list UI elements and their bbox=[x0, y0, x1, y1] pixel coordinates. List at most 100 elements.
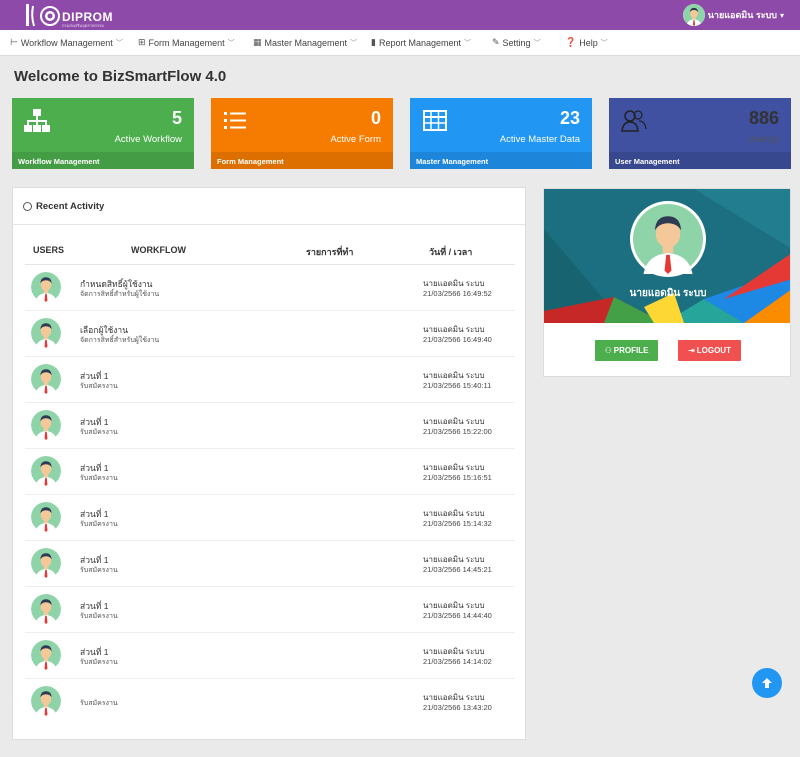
card-footer[interactable]: Master Management bbox=[410, 152, 592, 169]
chevron-down-icon: ▾ bbox=[779, 10, 784, 20]
avatar bbox=[31, 456, 61, 486]
sign-out-icon: ⇥ bbox=[688, 346, 695, 355]
chevron-down-icon: ﹀ bbox=[115, 39, 123, 47]
user-menu[interactable]: นายแอดมิน ระบบ ▾ bbox=[682, 4, 784, 26]
timestamp: 21/03/2566 14:44:40 bbox=[423, 611, 492, 620]
chevron-down-icon: ﹀ bbox=[600, 39, 608, 47]
workflow-subtitle: รับสมัครงาน bbox=[80, 475, 118, 482]
user-icon: ⚇ bbox=[604, 346, 612, 355]
workflow-subtitle: รับสมัครงาน bbox=[80, 700, 118, 707]
timestamp: 21/03/2566 16:49:40 bbox=[423, 335, 492, 344]
table-row[interactable]: ส่วนที่ 1 รับสมัครงาน นายแอดมิน ระบบ 21/… bbox=[25, 357, 515, 403]
list-icon bbox=[224, 112, 246, 129]
wrench-icon: ✎ bbox=[492, 37, 500, 47]
workflow-subtitle: รับสมัครงาน bbox=[80, 383, 118, 390]
top-bar: DIPROM กรมส่งเสริมอุตสาหกรรม นายแอดมิน ร… bbox=[0, 0, 800, 30]
nav-workflow-management[interactable]: ⊢ Workflow Management ﹀ bbox=[10, 37, 123, 48]
workflow-subtitle: รับสมัครงาน bbox=[80, 659, 118, 666]
card-value: 23 bbox=[559, 108, 580, 128]
button-label: LOGOUT bbox=[696, 346, 731, 355]
avatar bbox=[31, 594, 61, 624]
card-label: User(s) bbox=[747, 134, 779, 145]
nav-label: Master Management bbox=[264, 37, 348, 48]
profile-avatar bbox=[630, 201, 706, 277]
master-card[interactable]: 23 Active Master Data Master Management bbox=[410, 98, 592, 169]
nav-label: Help bbox=[579, 37, 598, 48]
chevron-down-icon: ﹀ bbox=[227, 39, 235, 47]
recent-activity-panel: Recent Activity USERS WORKFLOW รายการที่… bbox=[12, 187, 526, 740]
timestamp: 21/03/2566 15:22:00 bbox=[423, 427, 492, 436]
col-workflow: WORKFLOW bbox=[131, 245, 186, 255]
card-value: 0 bbox=[370, 108, 381, 128]
sitemap-icon bbox=[24, 109, 50, 132]
nav-master-management[interactable]: ▦ Master Management ﹀ bbox=[253, 37, 357, 48]
workflow-subtitle: รับสมัครงาน bbox=[80, 567, 118, 574]
brand-tagline: กรมส่งเสริมอุตสาหกรรม bbox=[62, 23, 104, 28]
col-item: รายการที่ทำ bbox=[306, 247, 354, 257]
timestamp: 21/03/2566 14:14:02 bbox=[423, 657, 492, 666]
panel-header: Recent Activity bbox=[13, 188, 525, 225]
table-row[interactable]: รับสมัครงาน นายแอดมิน ระบบ 21/03/2566 13… bbox=[25, 679, 515, 725]
timestamp: 21/03/2566 15:40:11 bbox=[423, 381, 492, 390]
panel-title: Recent Activity bbox=[36, 200, 105, 212]
card-footer[interactable]: User Management bbox=[609, 152, 791, 169]
tree-icon: ⊢ bbox=[10, 37, 18, 47]
chevron-down-icon: ﹀ bbox=[464, 39, 471, 47]
nav-report-management[interactable]: ▮ Report Management ﹀ bbox=[371, 37, 471, 48]
table-row[interactable]: ส่วนที่ 1 รับสมัครงาน นายแอดมิน ระบบ 21/… bbox=[25, 587, 515, 633]
logout-button[interactable]: ⇥ LOGOUT bbox=[678, 340, 741, 361]
table-row[interactable]: ส่วนที่ 1 รับสมัครงาน นายแอดมิน ระบบ 21/… bbox=[25, 403, 515, 449]
workflow-subtitle: รับสมัครงาน bbox=[80, 613, 118, 620]
scroll-to-top-button[interactable] bbox=[752, 668, 782, 698]
table-row[interactable]: เลือกผู้ใช้งาน จัดการสิทธิ์สำหรับผู้ใช้ง… bbox=[25, 311, 515, 357]
workflow-card[interactable]: 5 Active Workflow Workflow Management bbox=[12, 98, 194, 169]
avatar bbox=[31, 686, 61, 716]
workflow-subtitle: จัดการสิทธิ์สำหรับผู้ใช้งาน bbox=[80, 291, 160, 298]
table-row[interactable]: ส่วนที่ 1 รับสมัครงาน นายแอดมิน ระบบ 21/… bbox=[25, 541, 515, 587]
nav-setting[interactable]: ✎ Setting ﹀ bbox=[492, 37, 541, 48]
card-label: Active Master Data bbox=[499, 134, 580, 145]
workflow-subtitle: รับสมัครงาน bbox=[80, 429, 118, 436]
timestamp: 21/03/2566 15:16:51 bbox=[423, 473, 492, 482]
button-label: PROFILE bbox=[613, 346, 649, 355]
nav-label: Form Management bbox=[148, 37, 225, 48]
nav-label: Workflow Management bbox=[20, 37, 113, 48]
table-icon: ▦ bbox=[253, 37, 262, 47]
question-icon: ❓ bbox=[565, 37, 577, 47]
avatar bbox=[682, 4, 705, 26]
profile-name: นายแอดมิน ระบบ bbox=[629, 288, 707, 299]
table-row[interactable]: ส่วนที่ 1 รับสมัครงาน นายแอดมิน ระบบ 21/… bbox=[25, 633, 515, 679]
page-title: Welcome to BizSmartFlow 4.0 bbox=[14, 68, 227, 85]
nav-form-management[interactable]: ⊞ Form Management ﹀ bbox=[138, 37, 235, 48]
table-row[interactable]: ส่วนที่ 1 รับสมัครงาน นายแอดมิน ระบบ 21/… bbox=[25, 495, 515, 541]
card-value: 5 bbox=[171, 108, 182, 128]
users-icon bbox=[621, 110, 647, 132]
nav-label: Report Management bbox=[378, 37, 461, 48]
avatar bbox=[31, 318, 61, 348]
chart-icon: ▮ bbox=[371, 37, 376, 47]
table-icon bbox=[423, 110, 447, 131]
arrow-up-icon bbox=[762, 678, 772, 688]
form-card[interactable]: 0 Active Form Form Management bbox=[211, 98, 393, 169]
user-card[interactable]: 886 User(s) User Management bbox=[609, 98, 791, 169]
avatar bbox=[31, 272, 61, 302]
card-value: 886 bbox=[748, 108, 779, 128]
avatar bbox=[31, 502, 61, 532]
card-label: Active Workflow bbox=[114, 134, 182, 145]
avatar bbox=[31, 640, 61, 670]
workflow-subtitle: รับสมัครงาน bbox=[80, 521, 118, 528]
profile-button[interactable]: ⚇ PROFILE bbox=[595, 340, 658, 361]
nav-label: Setting bbox=[502, 37, 531, 48]
card-footer[interactable]: Form Management bbox=[211, 152, 393, 169]
avatar bbox=[31, 548, 61, 578]
table-row[interactable]: กำหนดสิทธิ์ผู้ใช้งาน จัดการสิทธิ์สำหรับผ… bbox=[25, 265, 515, 311]
table-row[interactable]: ส่วนที่ 1 รับสมัครงาน นายแอดมิน ระบบ 21/… bbox=[25, 449, 515, 495]
card-footer[interactable]: Workflow Management bbox=[12, 152, 194, 169]
chevron-down-icon: ﹀ bbox=[350, 39, 358, 47]
main-nav: ⊢ Workflow Management ﹀ ⊞ Form Managemen… bbox=[0, 30, 800, 56]
timestamp: 21/03/2566 15:14:32 bbox=[423, 519, 492, 528]
avatar bbox=[31, 364, 61, 394]
nav-help[interactable]: ❓ Help ﹀ bbox=[565, 37, 608, 48]
timestamp: 21/03/2566 13:43:20 bbox=[423, 703, 492, 712]
timestamp: 21/03/2566 14:45:21 bbox=[423, 565, 492, 574]
